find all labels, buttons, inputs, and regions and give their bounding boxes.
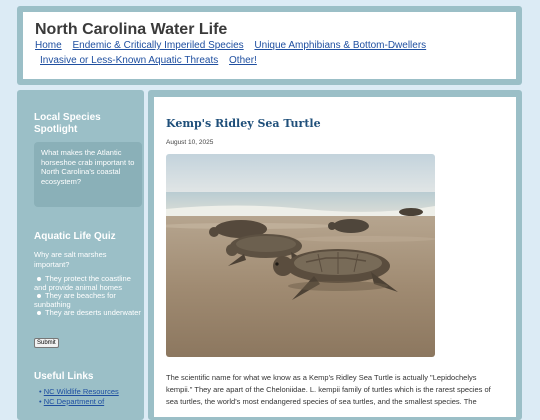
spotlight-heading: Local Species Spotlight — [34, 112, 101, 135]
sidebar: Local Species Spotlight What makes the A… — [17, 90, 144, 420]
spotlight-card: What makes the Atlantic horseshoe crab i… — [34, 142, 142, 207]
post-body: The scientific name for what we know as … — [166, 373, 491, 406]
link-nc-wildlife[interactable]: NC Wildlife Resources — [44, 387, 119, 396]
site-header: North Carolina Water Life Home Endemic &… — [23, 12, 516, 79]
list-item: NC Wildlife Resources — [39, 387, 119, 397]
radio-icon[interactable] — [37, 294, 41, 299]
site-title: North Carolina Water Life — [35, 21, 228, 38]
nav-link-endemic[interactable]: Endemic & Critically Imperiled Species — [72, 40, 243, 51]
links-heading: Useful Links — [34, 371, 94, 382]
quiz-option[interactable]: They are deserts underwater — [34, 309, 144, 318]
nav-link-home[interactable]: Home — [35, 40, 62, 51]
post-title: Kemp's Ridley Sea Turtle — [166, 117, 321, 130]
nav-link-other[interactable]: Other! — [229, 55, 257, 66]
quiz-submit-button[interactable]: Submit — [34, 338, 59, 348]
quiz-heading: Aquatic Life Quiz — [34, 231, 116, 242]
nav-link-amphibians[interactable]: Unique Amphibians & Bottom-Dwellers — [254, 40, 426, 51]
quiz-question: Why are salt marshes important? — [34, 250, 107, 269]
radio-icon[interactable] — [37, 311, 41, 316]
quiz-option[interactable]: They protect the coastline and provide a… — [34, 274, 144, 292]
spotlight-text: What makes the Atlantic horseshoe crab i… — [41, 148, 135, 186]
quiz-options: They protect the coastline and provide a… — [34, 274, 144, 318]
link-nc-department[interactable]: NC Department of — [44, 397, 104, 406]
nav-bar-primary: Home Endemic & Critically Imperiled Spec… — [35, 40, 434, 51]
quiz-option[interactable]: They are beaches for sunbathing — [34, 291, 144, 309]
main-content: Kemp's Ridley Sea Turtle August 10, 2025 — [154, 97, 516, 417]
useful-links-list: NC Wildlife Resources NC Department of — [39, 387, 119, 406]
post-date: August 10, 2025 — [166, 139, 214, 146]
sea-turtle-photo — [166, 154, 435, 357]
radio-icon[interactable] — [37, 277, 41, 282]
nav-bar-secondary: Invasive or Less-Known Aquatic Threats O… — [40, 55, 265, 66]
nav-link-invasive[interactable]: Invasive or Less-Known Aquatic Threats — [40, 55, 218, 66]
